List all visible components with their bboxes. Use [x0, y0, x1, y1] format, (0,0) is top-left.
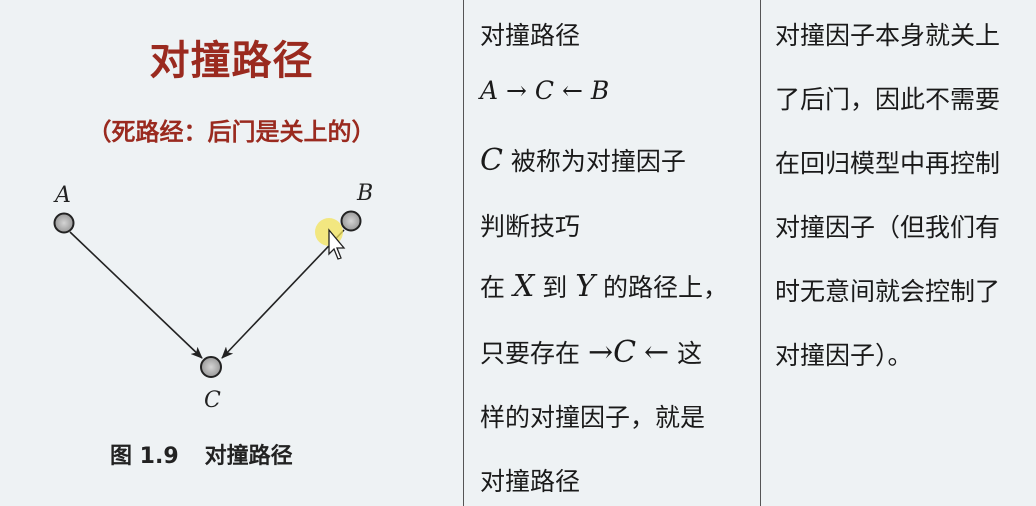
right-line-4: 对撞因子（但我们有 [775, 213, 1001, 242]
middle-line-tip: 判断技巧 [480, 212, 581, 241]
node-b-label: B [357, 181, 374, 206]
caption-text: 对撞路径 [204, 444, 293, 469]
caption-number: 图 1.9 [110, 444, 179, 469]
arrow-left-icon: ← [644, 335, 670, 370]
middle-line-heading: 对撞路径 [480, 21, 581, 50]
condition-text-b: 这 [677, 339, 703, 368]
condition-var-c: C [613, 335, 637, 370]
column-divider-left [463, 0, 464, 506]
arrow-right-icon: → [506, 76, 527, 105]
formula-var-c: C [534, 76, 555, 105]
middle-line-definition: C 被称为对撞因子 [480, 142, 686, 178]
node-a-label: A [55, 183, 71, 208]
condition-text-a: 只要存在 [480, 339, 581, 368]
middle-line-condition: 只要存在 →C ← 这 [480, 334, 702, 370]
right-column: 对撞因子本身就关上 了后门，因此不需要 在回归模型中再控制 对撞因子（但我们有 … [775, 0, 1033, 506]
right-line-1: 对撞因子本身就关上 [775, 21, 1001, 50]
figure-caption: 图 1.9 对撞路径 [110, 438, 319, 470]
node-c-label: C [204, 388, 221, 413]
formula-var-b: B [590, 76, 610, 105]
path-text-a: 在 [480, 273, 506, 302]
path-var-x: X [512, 269, 535, 304]
middle-column: 对撞路径 A → C ← B C 被称为对撞因子 判断技巧 在 X 到 Y 的路… [480, 0, 760, 506]
collider-diagram [53, 210, 362, 378]
right-line-2: 了后门，因此不需要 [775, 85, 1001, 114]
path-text-b: 到 [542, 273, 568, 302]
path-var-y: Y [575, 269, 596, 304]
collider-formula: A → C ← B [480, 76, 609, 105]
left-panel: 对撞路径 （死路经：后门是关上的） A B C 图 1.9 对撞路径 [0, 0, 463, 506]
mouse-pointer-icon [313, 214, 349, 268]
node-a [53, 212, 75, 234]
middle-line-result: 样的对撞因子，就是 [480, 403, 706, 432]
right-line-3: 在回归模型中再控制 [775, 149, 1001, 178]
definition-var-c: C [480, 143, 503, 178]
formula-var-a: A [480, 76, 499, 105]
path-text-c: 的路径上， [603, 273, 729, 302]
edge-a-to-c [69, 231, 203, 359]
arrow-right-icon: → [587, 335, 614, 370]
middle-line-conclusion: 对撞路径 [480, 467, 581, 496]
middle-line-path: 在 X 到 Y 的路径上， [480, 268, 728, 304]
definition-text: 被称为对撞因子 [510, 147, 686, 176]
column-divider-right [760, 0, 761, 506]
right-line-5: 时无意间就会控制了 [775, 277, 1001, 306]
arrow-left-icon: ← [562, 76, 583, 105]
node-c [200, 356, 222, 378]
right-line-6: 对撞因子）。 [775, 341, 913, 370]
